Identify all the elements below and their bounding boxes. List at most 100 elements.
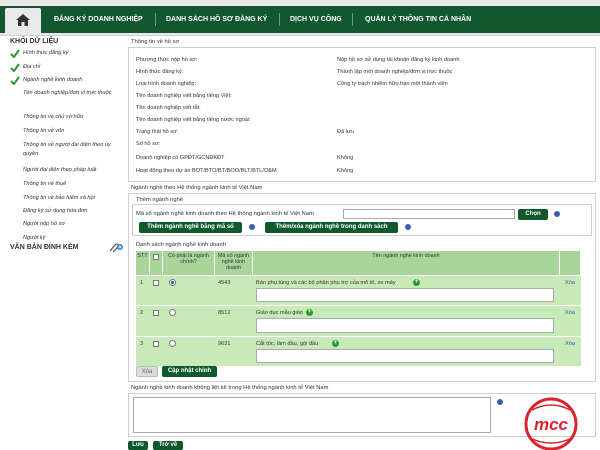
nav-item-public-service[interactable]: DỊCH VỤ CÔNG: [290, 6, 342, 33]
home-tab[interactable]: [5, 8, 41, 33]
svg-text:mcc: mcc: [534, 415, 569, 434]
profile-label: Hình thức đăng ký:: [136, 69, 184, 75]
table-header: [560, 251, 581, 275]
profile-label: Tên doanh nghiệp viết bằng tiếng Việt:: [136, 93, 232, 99]
sidebar-item-address[interactable]: Địa chỉ: [23, 63, 123, 72]
add-by-code-button[interactable]: Thêm ngành nghề bằng mã số: [139, 222, 242, 233]
profile-value: Công ty trách nhiệm hữu hạn một thành vi…: [337, 81, 448, 87]
nav-separator: [279, 13, 280, 26]
profile-value: Thành lập mới doanh nghiệp/đơn vị trực t…: [337, 69, 453, 75]
row-code: 8512: [218, 310, 231, 316]
nav-separator: [352, 13, 353, 26]
nav-bar: ĐĂNG KÝ DOANH NGHIỆP DANH SÁCH HỒ SƠ ĐĂN…: [0, 6, 600, 33]
table-header: [150, 251, 163, 275]
sidebar-item-industry[interactable]: Ngành nghề kinh doanh: [23, 76, 123, 85]
sidebar-item-capital[interactable]: Thông tin về vốn: [23, 127, 123, 136]
industry-section-title: Ngành nghề theo Hệ thống ngành kinh tế V…: [131, 185, 263, 191]
sidebar-item-legal-rep[interactable]: Người đại diện theo pháp luật: [23, 166, 123, 175]
row-stt: 1: [140, 280, 144, 286]
help-icon[interactable]: [554, 211, 560, 217]
profile-label: Tên doanh nghiệp viết tắt:: [136, 105, 201, 111]
table-header: Có phải là ngành chính?: [163, 251, 215, 275]
row-name: Bán phụ tùng và các bộ phận phụ trợ của …: [256, 280, 396, 286]
nav-item-register[interactable]: ĐĂNG KÝ DOANH NGHIỆP: [54, 6, 143, 33]
main-industry-radio[interactable]: [169, 309, 176, 316]
detail-textarea[interactable]: [256, 349, 554, 363]
code-label: Mã số ngành nghề kinh doanh theo Hệ thốn…: [136, 211, 314, 217]
main-industry-radio[interactable]: [169, 340, 176, 347]
profile-label: Trạng thái hồ sơ:: [136, 129, 179, 135]
profile-value: Không: [337, 168, 354, 174]
check-icon: [10, 76, 20, 85]
profile-value: Nộp hồ sơ sử dụng tài khoản đăng ký kinh…: [337, 57, 460, 63]
profile-label: Tên doanh nghiệp viết bằng tiếng nước ng…: [136, 117, 251, 123]
add-industry-title: Thêm ngành nghề: [136, 197, 184, 203]
table-header: STT: [136, 251, 150, 275]
profile-box: [128, 47, 596, 182]
table-header: Tên ngành nghề kinh doanh: [253, 251, 560, 275]
sidebar: KHỐI DỮ LIỆU Hình thức đăng ký Địa chỉ N…: [0, 36, 126, 450]
sidebar-item-company-name[interactable]: Tên doanh nghiệp/đơn vị trực thuộc: [23, 89, 123, 98]
profile-label: Phương thức nộp hồ sơ:: [136, 57, 198, 63]
home-icon: [16, 14, 30, 26]
help-icon[interactable]: [249, 224, 255, 230]
attachments-title: VĂN BẢN ĐÍNH KÈM: [10, 244, 79, 251]
row-code: 4543: [218, 280, 231, 286]
delete-row-link[interactable]: Xóa: [565, 310, 575, 316]
detail-textarea[interactable]: [256, 318, 554, 333]
sidebar-item-registration-type[interactable]: Hình thức đăng ký: [23, 49, 123, 58]
table-row: 2 8512 Giáo dục mẫu giáo + Xóa: [136, 305, 581, 336]
row-code: 9631: [218, 341, 231, 347]
table-header: Mã số ngành nghề kinh doanh: [215, 251, 253, 275]
industry-code-input[interactable]: [343, 209, 515, 219]
nav-item-list[interactable]: DANH SÁCH HỒ SƠ ĐĂNG KÝ: [166, 6, 267, 33]
delete-row-link[interactable]: Xóa: [565, 280, 575, 286]
nav-separator: [155, 13, 156, 26]
profile-label: Loại hình doanh nghiệp:: [136, 81, 197, 87]
add-detail-icon[interactable]: +: [332, 340, 339, 347]
help-icon[interactable]: [497, 399, 503, 405]
add-detail-icon[interactable]: +: [413, 279, 420, 286]
add-detail-icon[interactable]: +: [306, 309, 313, 316]
detail-textarea[interactable]: [256, 288, 554, 302]
row-name: Cắt tóc, làm đầu, gội đầu: [256, 341, 319, 347]
add-from-list-button[interactable]: Thêm/xóa ngành nghề trong danh sách: [265, 222, 398, 233]
profile-label: Hoạt động theo dự án BOT/BTO/BT/BOO/BLT/…: [136, 168, 277, 174]
delete-row-link[interactable]: Xóa: [565, 341, 575, 347]
sidebar-item-authorized-rep[interactable]: Thông tin về người đại diện theo ủy quyề…: [23, 141, 123, 159]
row-name: Giáo dục mẫu giáo: [256, 310, 303, 316]
other-industry-textarea[interactable]: [133, 397, 491, 433]
row-checkbox[interactable]: [153, 310, 159, 316]
table-row: 3 9631 Cắt tóc, làm đầu, gội đầu + Xóa: [136, 336, 581, 366]
check-icon: [10, 63, 20, 72]
sidebar-item-signer[interactable]: Người ký: [23, 234, 123, 243]
row-stt: 3: [140, 341, 144, 347]
sidebar-item-insurance[interactable]: Thông tin về bảo hiểm xã hội: [23, 194, 123, 203]
choose-button[interactable]: Chọn: [518, 209, 548, 220]
table-row: 1 4543 Bán phụ tùng và các bộ phận phụ t…: [136, 275, 581, 305]
delete-button[interactable]: Xóa: [136, 366, 158, 377]
row-stt: 2: [140, 310, 144, 316]
row-checkbox[interactable]: [153, 280, 159, 286]
save-button[interactable]: Lưu: [128, 441, 148, 450]
check-icon: [10, 49, 20, 58]
help-icon[interactable]: [405, 224, 411, 230]
profile-section-title: Thông tin về hồ sơ: [131, 39, 180, 45]
sidebar-item-invoice[interactable]: Đăng ký sử dụng hóa đơn: [23, 207, 123, 216]
top-navigation: ĐĂNG KÝ DOANH NGHIỆP DANH SÁCH HỒ SƠ ĐĂN…: [0, 0, 600, 36]
status-value: Đã lưu: [337, 129, 354, 135]
industry-list-title: Danh sách ngành nghề kinh doanh: [136, 242, 226, 248]
row-checkbox[interactable]: [153, 341, 159, 347]
main-industry-radio[interactable]: [169, 279, 176, 286]
sidebar-item-tax[interactable]: Thông tin về thuế: [23, 180, 123, 189]
sidebar-item-owner[interactable]: Thông tin về chủ sở hữu: [23, 113, 123, 122]
profile-label: Số hồ sơ:: [136, 141, 161, 147]
sidebar-title: KHỐI DỮ LIỆU: [10, 38, 59, 45]
select-all-checkbox[interactable]: [153, 254, 159, 260]
sidebar-item-submitter[interactable]: Người nộp hồ sơ: [23, 220, 123, 229]
attach-add-icon[interactable]: [107, 243, 123, 253]
profile-label: Doanh nghiệp có GPĐT/GCNĐKĐT: [136, 155, 225, 161]
update-main-button[interactable]: Cập nhật chính: [162, 366, 217, 377]
back-button[interactable]: Trở về: [153, 441, 183, 450]
nav-item-personal-info[interactable]: QUẢN LÝ THÔNG TIN CÁ NHÂN: [365, 6, 471, 33]
